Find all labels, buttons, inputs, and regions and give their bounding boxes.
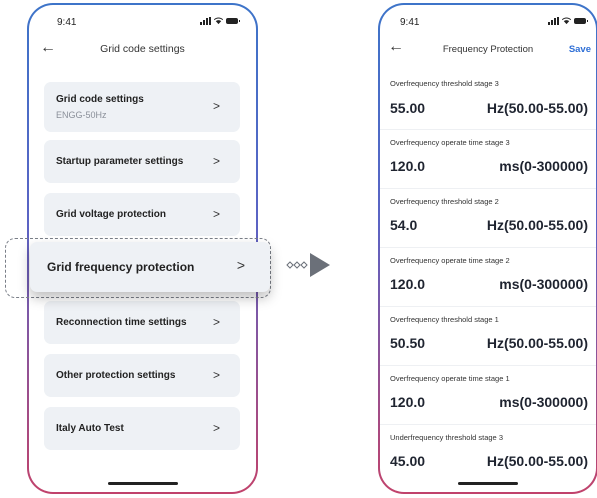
chevron-right-icon: > — [212, 207, 220, 221]
status-time: 9:41 — [400, 17, 420, 28]
battery-icon — [226, 18, 240, 24]
field-unit: ms(0-300000) — [499, 158, 588, 174]
menu-item-grid-frequency-protection[interactable]: Grid frequency protection > — [30, 242, 270, 292]
save-button[interactable]: Save — [569, 44, 591, 55]
divider — [380, 306, 596, 307]
divider — [380, 247, 596, 248]
menu-item-label: Grid frequency protection — [47, 260, 195, 274]
page-title: Grid code settings — [100, 43, 185, 55]
wifi-icon — [562, 17, 571, 25]
field-unit: Hz(50.00-55.00) — [486, 217, 588, 233]
operate-time-input[interactable]: 120.0 ms(0-300000) — [380, 387, 596, 417]
menu-item-label: Other protection settings — [56, 370, 176, 381]
field-unit: Hz(50.00-55.00) — [486, 453, 588, 469]
frequency-threshold-input[interactable]: 55.00 Hz(50.00-55.00) — [380, 93, 596, 123]
field-value: 120.0 — [390, 158, 426, 174]
signal-icon — [200, 17, 211, 25]
field-value: 50.50 — [390, 335, 426, 351]
status-bar: 9:41 — [29, 5, 256, 35]
operate-time-input[interactable]: 120.0 ms(0-300000) — [380, 151, 596, 181]
menu-item-italy-auto-test[interactable]: Italy Auto Test > — [44, 407, 240, 450]
frequency-threshold-input[interactable]: 54.0 Hz(50.00-55.00) — [380, 210, 596, 240]
nav-bar: ← Grid code settings — [29, 35, 256, 65]
menu-item-reconnection-time-settings[interactable]: Reconnection time settings > — [44, 301, 240, 344]
status-bar: 9:41 — [380, 5, 596, 35]
home-indicator[interactable] — [458, 482, 518, 485]
frequency-threshold-input[interactable]: 45.00 Hz(50.00-55.00) — [380, 446, 596, 476]
divider — [380, 365, 596, 366]
menu-item-grid-voltage-protection[interactable]: Grid voltage protection > — [44, 193, 240, 236]
field-label: Overfrequency threshold stage 1 — [390, 315, 499, 324]
field-label: Overfrequency operate time stage 3 — [390, 138, 510, 147]
status-icons — [200, 17, 240, 25]
field-label: Overfrequency threshold stage 2 — [390, 197, 499, 206]
chevron-right-icon: > — [236, 257, 245, 273]
menu-item-label: Startup parameter settings — [56, 156, 184, 167]
chevron-right-icon: > — [212, 368, 220, 382]
nav-bar: ← Frequency Protection Save — [380, 35, 596, 65]
field-value: 120.0 — [390, 276, 426, 292]
battery-icon — [574, 18, 588, 24]
menu-item-startup-parameter-settings[interactable]: Startup parameter settings > — [44, 140, 240, 183]
menu-item-other-protection-settings[interactable]: Other protection settings > — [44, 354, 240, 397]
home-indicator[interactable] — [107, 482, 178, 485]
field-unit: ms(0-300000) — [499, 276, 588, 292]
menu-item-label: Grid code settings — [56, 94, 144, 105]
field-value: 54.0 — [390, 217, 418, 233]
chevron-right-icon: > — [212, 99, 220, 113]
status-icons — [548, 17, 588, 25]
chevron-right-icon: > — [212, 154, 220, 168]
chevron-right-icon: > — [212, 315, 220, 329]
frequency-threshold-input[interactable]: 50.50 Hz(50.00-55.00) — [380, 328, 596, 358]
field-value: 45.00 — [390, 453, 426, 469]
divider — [380, 188, 596, 189]
menu-item-value: ENGG-50Hz — [56, 110, 107, 120]
menu-item-label: Grid voltage protection — [56, 209, 167, 220]
field-label: Overfrequency threshold stage 3 — [390, 79, 499, 88]
field-label: Overfrequency operate time stage 1 — [390, 374, 510, 383]
field-value: 120.0 — [390, 394, 426, 410]
wifi-icon — [214, 17, 223, 25]
field-unit: Hz(50.00-55.00) — [486, 335, 588, 351]
menu-item-grid-code-settings[interactable]: Grid code settings ENGG-50Hz > — [44, 82, 240, 132]
phone-frame-right: 9:41 ← Frequency Protection Save Overfre… — [378, 3, 597, 494]
menu-item-label: Reconnection time settings — [56, 317, 187, 328]
field-unit: Hz(50.00-55.00) — [486, 100, 588, 116]
arrow-right-icon — [286, 253, 330, 277]
divider — [380, 129, 596, 130]
status-time: 9:41 — [57, 17, 77, 28]
field-label: Underfrequency threshold stage 3 — [390, 433, 503, 442]
page-title: Frequency Protection — [442, 44, 534, 55]
field-value: 55.00 — [390, 100, 426, 116]
field-label: Overfrequency operate time stage 2 — [390, 256, 510, 265]
signal-icon — [548, 17, 559, 25]
menu-item-label: Italy Auto Test — [56, 423, 124, 434]
divider — [380, 424, 596, 425]
field-unit: ms(0-300000) — [499, 394, 588, 410]
chevron-right-icon: > — [212, 421, 220, 435]
operate-time-input[interactable]: 120.0 ms(0-300000) — [380, 269, 596, 299]
